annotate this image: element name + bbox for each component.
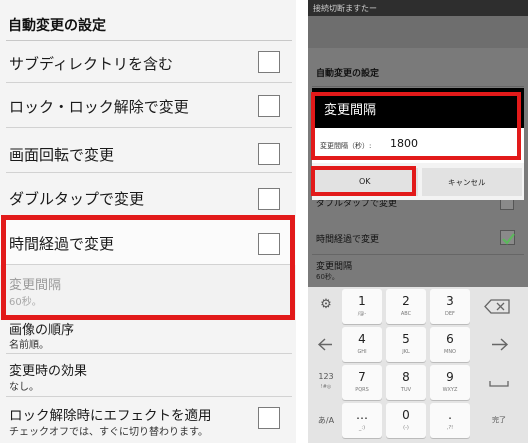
highlight-box bbox=[1, 215, 295, 320]
bg-interval-row: 変更間隔 60秒。 bbox=[308, 258, 528, 286]
left-arrow-icon bbox=[317, 338, 332, 351]
key-4-label: 4 bbox=[358, 332, 366, 346]
key-5-sub: JKL bbox=[402, 349, 410, 355]
key-7-label: 7 bbox=[358, 370, 366, 384]
status-text: 接続切断ますたー bbox=[313, 4, 377, 13]
key-4[interactable]: 4 GHI bbox=[342, 327, 382, 362]
unlock-effect-row[interactable]: ロック解除時にエフェクトを適用 チェックオフでは、すぐに切り替わります。 bbox=[0, 397, 296, 443]
unlock-effect-checkbox[interactable] bbox=[258, 407, 280, 429]
symbol-mode-sub: !#◎ bbox=[320, 384, 332, 390]
bg-interval-title: 変更間隔 bbox=[316, 262, 353, 272]
ok-highlight-box bbox=[311, 166, 416, 196]
cancel-button[interactable]: キャンセル bbox=[422, 168, 522, 196]
key-0-label: 0 bbox=[402, 408, 410, 422]
dialog-highlight-box bbox=[311, 92, 521, 160]
settings-panel: 自動変更の設定 サブディレクトリを含む ロック・ロック解除で変更 画面回転で変更… bbox=[0, 0, 296, 443]
key-0[interactable]: 0 (-) bbox=[386, 403, 426, 438]
key-9-sub: WXYZ bbox=[442, 387, 458, 393]
rotation-checkbox[interactable] bbox=[258, 143, 280, 165]
row-divider bbox=[6, 353, 292, 354]
key-1[interactable]: 1 /@- bbox=[342, 289, 382, 324]
gear-icon: ⚙ bbox=[320, 297, 332, 312]
symbol-mode-key[interactable]: 123 !#◎ bbox=[312, 365, 340, 400]
space-key[interactable] bbox=[476, 365, 522, 400]
lock-unlock-label: ロック・ロック解除で変更 bbox=[9, 98, 189, 116]
key-8-label: 8 bbox=[402, 370, 410, 384]
settings-key[interactable]: ⚙ bbox=[312, 289, 340, 324]
key-2-label: 2 bbox=[402, 294, 410, 308]
action-bar bbox=[308, 16, 528, 48]
right-arrow-icon bbox=[492, 338, 509, 351]
subdirectory-checkbox[interactable] bbox=[258, 51, 280, 73]
key-ellipsis[interactable]: … _:) bbox=[342, 403, 382, 438]
lock-unlock-row[interactable]: ロック・ロック解除で変更 bbox=[0, 83, 296, 128]
key-period-label: . bbox=[448, 408, 452, 422]
change-effect-value: なし。 bbox=[9, 382, 39, 393]
key-4-sub: GHI bbox=[357, 349, 367, 355]
double-tap-row[interactable]: ダブルタップで変更 bbox=[0, 172, 296, 216]
bg-section-header: 自動変更の設定 bbox=[308, 60, 528, 88]
key-7-sub: PQRS bbox=[355, 387, 369, 393]
section-title: 自動変更の設定 bbox=[8, 18, 106, 34]
key-9-label: 9 bbox=[446, 370, 454, 384]
lock-unlock-checkbox[interactable] bbox=[258, 95, 280, 117]
backspace-icon bbox=[484, 299, 510, 314]
key-8[interactable]: 8 TUV bbox=[386, 365, 426, 400]
done-key-label: 完了 bbox=[492, 416, 506, 424]
key-6[interactable]: 6 MNO bbox=[430, 327, 470, 362]
key-5[interactable]: 5 JKL bbox=[386, 327, 426, 362]
key-6-sub: MNO bbox=[444, 349, 456, 355]
unlock-effect-subtitle: チェックオフでは、すぐに切り替わります。 bbox=[9, 427, 208, 438]
key-period[interactable]: . ,?! bbox=[430, 403, 470, 438]
image-order-row[interactable]: 画像の順序 名前順。 bbox=[0, 315, 296, 355]
check-icon bbox=[502, 233, 515, 245]
key-6-label: 6 bbox=[446, 332, 454, 346]
status-bar: 接続切断ますたー bbox=[308, 0, 528, 16]
image-order-value: 名前順。 bbox=[9, 340, 49, 351]
key-1-label: 1 bbox=[358, 294, 366, 308]
key-ellipsis-label: … bbox=[356, 408, 368, 422]
key-0-sub: (-) bbox=[403, 425, 409, 431]
key-2-sub: ABC bbox=[400, 311, 412, 317]
done-key[interactable]: 完了 bbox=[476, 403, 522, 438]
key-ellipsis-sub: _:) bbox=[358, 425, 366, 431]
cursor-left-key[interactable] bbox=[312, 327, 340, 362]
double-tap-label: ダブルタップで変更 bbox=[9, 190, 145, 208]
change-effect-row[interactable]: 変更時の効果 なし。 bbox=[0, 355, 296, 397]
bg-time-elapsed-label: 時間経過で変更 bbox=[316, 235, 380, 245]
key-period-sub: ,?! bbox=[446, 425, 454, 431]
subdirectory-label: サブディレクトリを含む bbox=[9, 55, 173, 73]
key-3-label: 3 bbox=[446, 294, 454, 308]
cursor-right-key[interactable] bbox=[476, 327, 522, 362]
bg-time-elapsed-checkbox bbox=[500, 230, 515, 245]
symbol-mode-label: 123 bbox=[318, 372, 334, 381]
double-tap-checkbox[interactable] bbox=[258, 188, 280, 210]
rotation-label: 画面回転で変更 bbox=[9, 146, 115, 164]
input-mode-label: あ/A bbox=[317, 416, 335, 425]
key-8-sub: TUV bbox=[400, 387, 412, 393]
subdirectory-row[interactable]: サブディレクトリを含む bbox=[0, 41, 296, 83]
space-icon bbox=[489, 381, 509, 387]
dialog-screenshot: 接続切断ますたー 自動変更の設定 ダブルタップで変更 時間経過で変更 変更間隔 … bbox=[308, 0, 528, 443]
numeric-keyboard: ⚙ 1 /@- 2 ABC 3 DEF 4 GHI 5 JKL 6 MNO 12… bbox=[308, 287, 528, 443]
bg-divider bbox=[312, 86, 524, 87]
input-mode-key[interactable]: あ/A bbox=[312, 403, 340, 438]
bg-interval-value: 60秒。 bbox=[316, 273, 339, 281]
key-2[interactable]: 2 ABC bbox=[386, 289, 426, 324]
rotation-row[interactable]: 画面回転で変更 bbox=[0, 128, 296, 173]
key-3[interactable]: 3 DEF bbox=[430, 289, 470, 324]
backspace-key[interactable] bbox=[476, 289, 522, 324]
cancel-button-label: キャンセル bbox=[448, 178, 486, 187]
unlock-effect-title: ロック解除時にエフェクトを適用 bbox=[9, 408, 212, 424]
key-5-label: 5 bbox=[402, 332, 410, 346]
key-3-sub: DEF bbox=[445, 311, 455, 317]
key-1-sub: /@- bbox=[357, 311, 367, 317]
change-effect-title: 変更時の効果 bbox=[9, 364, 88, 379]
bg-section-title: 自動変更の設定 bbox=[316, 69, 380, 79]
key-9[interactable]: 9 WXYZ bbox=[430, 365, 470, 400]
bg-divider bbox=[312, 254, 524, 255]
key-7[interactable]: 7 PQRS bbox=[342, 365, 382, 400]
bg-time-elapsed-row: 時間経過で変更 bbox=[308, 226, 528, 255]
